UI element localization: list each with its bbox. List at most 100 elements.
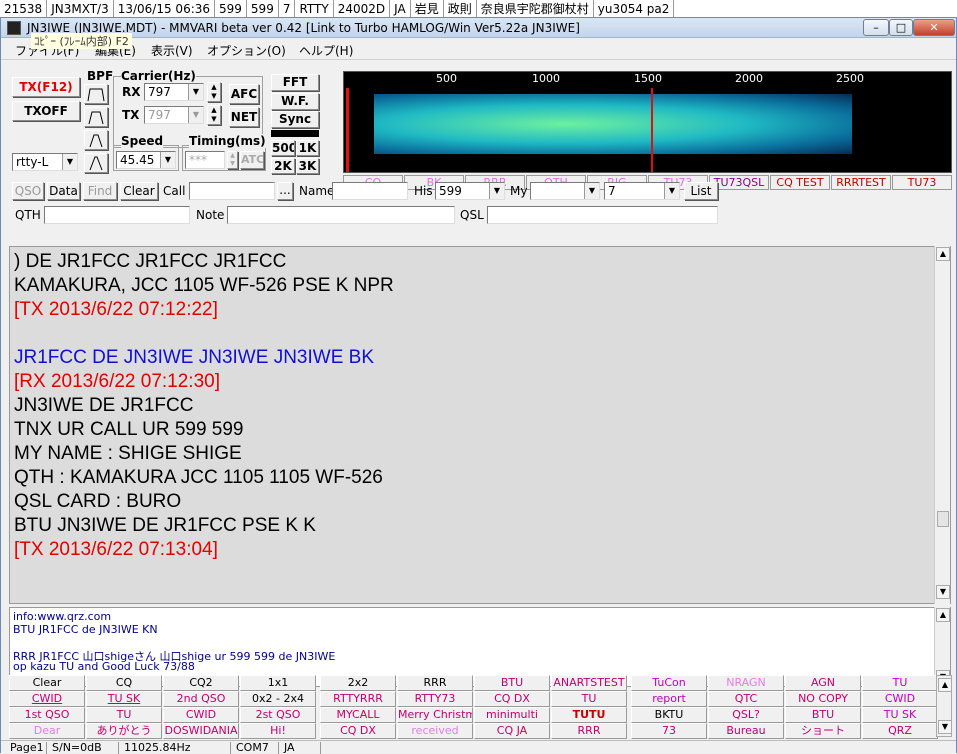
macro-button[interactable]: TuCon (631, 675, 707, 691)
scroll-down-icon[interactable]: ▼ (936, 585, 950, 599)
macro-button[interactable]: CQ JA (474, 723, 550, 739)
timing-field[interactable]: *** (185, 151, 225, 169)
macro-button[interactable]: CWID (862, 691, 938, 707)
bpf-mid-button[interactable] (84, 107, 108, 127)
data-button[interactable]: Data (47, 182, 80, 200)
macro-button[interactable]: 0x2 - 2x4 (240, 691, 316, 707)
qso-button[interactable]: QSO (12, 182, 44, 200)
tx-spin-button[interactable]: ▲ ▼ (207, 105, 221, 125)
note-input[interactable] (227, 206, 455, 224)
receive-text-area[interactable]: ) DE JR1FCC JR1FCC JR1FCC KAMAKURA, JCC 1… (9, 246, 951, 604)
scroll-up-icon[interactable]: ▲ (938, 678, 952, 692)
menu-options[interactable]: オプション(O) (207, 42, 286, 59)
macro-button[interactable]: TU (862, 675, 938, 691)
bpf-sharp-button[interactable] (84, 153, 108, 173)
menu-view[interactable]: 表示(V) (151, 42, 193, 59)
macro-button[interactable]: CQ DX (474, 691, 550, 707)
macro-button[interactable]: CWID (163, 707, 239, 723)
minimize-button[interactable]: – (863, 19, 889, 36)
macro-button[interactable]: 2nd QSO (163, 691, 239, 707)
macro-button[interactable]: TU SK (862, 707, 938, 723)
span-500-button[interactable]: 500 (271, 140, 295, 156)
net-button[interactable]: NET (229, 107, 259, 127)
macro-button[interactable]: CQ (86, 675, 162, 691)
span-1k-button[interactable]: 1K (296, 140, 319, 156)
macro-button[interactable]: CQ2 (163, 675, 239, 691)
macro-button[interactable]: ありがとう (86, 723, 162, 739)
macro-scrollbar[interactable]: ▲ ▼ (936, 675, 952, 737)
macro-button[interactable]: TU SK (86, 691, 162, 707)
macro-button[interactable]: CQ DX (320, 723, 396, 739)
scroll-up-icon[interactable]: ▲ (936, 608, 950, 622)
span-3k-button[interactable]: 3K (296, 158, 319, 174)
macro-button[interactable]: 1x1 (240, 675, 316, 691)
waterfall-button[interactable]: W.F. (271, 93, 319, 110)
menu-help[interactable]: ヘルプ(H) (299, 42, 353, 59)
fft-button[interactable]: FFT (271, 74, 319, 91)
rx-carrier-select[interactable]: 797 ▼ (144, 83, 204, 101)
macro-button[interactable]: ANARTSTEST (551, 675, 627, 691)
macro-button[interactable]: TUTU (551, 707, 627, 723)
rx-spin-button[interactable]: ▲ ▼ (207, 82, 221, 102)
macro-button[interactable]: QTC (708, 691, 784, 707)
macro-button[interactable]: CWID (9, 691, 85, 707)
macro-button[interactable]: QRZ (862, 723, 938, 739)
macro-top-button[interactable]: RRRTEST (831, 175, 891, 190)
macro-top-button[interactable]: TU73QSL (709, 175, 769, 190)
call-lookup-button[interactable]: ... (277, 182, 293, 200)
macro-button[interactable]: DOSWIDANIA (163, 723, 239, 739)
macro-button[interactable]: Clear (9, 675, 85, 691)
qsl-input[interactable] (487, 206, 718, 224)
macro-button[interactable]: received (397, 723, 473, 739)
find-button[interactable]: Find (83, 182, 117, 200)
txoff-button[interactable]: TXOFF (12, 101, 80, 121)
list-button[interactable]: List (684, 182, 718, 200)
clear-button[interactable]: Clear (120, 182, 158, 200)
qth-input[interactable] (44, 206, 190, 224)
macro-button[interactable]: ショート (785, 723, 861, 739)
macro-button[interactable]: 2st QSO (240, 707, 316, 723)
timing-spin-button[interactable]: ▲ ▼ (227, 151, 238, 169)
receive-scrollbar[interactable]: ▲ ▼ (934, 246, 950, 604)
macro-button[interactable]: NRAGN (708, 675, 784, 691)
macro-button[interactable]: AGN (785, 675, 861, 691)
macro-button[interactable]: RTTYRRR (320, 691, 396, 707)
macro-button[interactable]: Dear (9, 723, 85, 739)
tx-button[interactable]: TX(F12) (12, 77, 80, 97)
speed-select[interactable]: 45.45 ▼ (116, 151, 176, 169)
my-rst-select[interactable]: ▼ (530, 182, 600, 200)
macro-button[interactable]: 2x2 (320, 675, 396, 691)
macro-button[interactable]: 1st QSO (9, 707, 85, 723)
bpf-wide-button[interactable] (84, 84, 108, 104)
macro-top-button[interactable]: CQ TEST (770, 175, 830, 190)
macro-button[interactable]: TU (86, 707, 162, 723)
close-button[interactable]: ✕ (913, 19, 955, 36)
maximize-button[interactable]: □ (889, 19, 913, 36)
my-rst2-select[interactable]: 7 ▼ (604, 182, 680, 200)
his-rst-select[interactable]: 599 ▼ (435, 182, 505, 200)
scroll-thumb[interactable] (937, 511, 949, 527)
bpf-narrow-button[interactable] (84, 130, 108, 150)
mode-select[interactable]: rtty-L ▼ (12, 153, 78, 171)
afc-button[interactable]: AFC (229, 84, 259, 104)
macro-button[interactable]: report (631, 691, 707, 707)
macro-button[interactable]: Hi! (240, 723, 316, 739)
macro-button[interactable]: BTU (785, 707, 861, 723)
macro-button[interactable]: MYCALL (320, 707, 396, 723)
span-2k-button[interactable]: 2K (271, 158, 295, 174)
name-input[interactable] (332, 182, 408, 200)
waterfall-display[interactable]: 500 1000 1500 2000 2500 (343, 71, 952, 173)
macro-button[interactable]: BTU (474, 675, 550, 691)
macro-button[interactable]: RRR (551, 723, 627, 739)
sync-button[interactable]: Sync (271, 111, 319, 128)
macro-button[interactable]: BKTU (631, 707, 707, 723)
macro-top-button[interactable]: TU73 (892, 175, 952, 190)
macro-button[interactable]: TU (551, 691, 627, 707)
macro-button[interactable]: RTTY73 (397, 691, 473, 707)
macro-button[interactable]: QSL? (708, 707, 784, 723)
macro-button[interactable]: NO COPY (785, 691, 861, 707)
scroll-down-icon[interactable]: ▼ (938, 720, 952, 734)
macro-button[interactable]: Bureau (708, 723, 784, 739)
macro-button[interactable]: minimulti (474, 707, 550, 723)
call-input[interactable] (189, 182, 275, 200)
